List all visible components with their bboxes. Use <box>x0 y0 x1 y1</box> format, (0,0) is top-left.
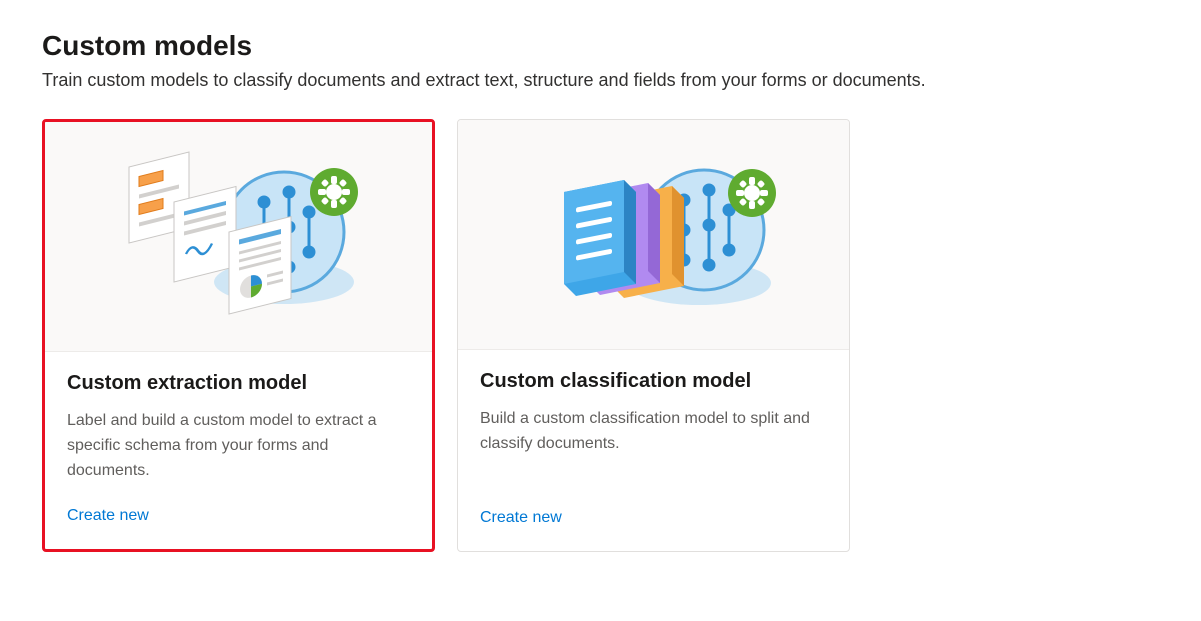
card-title: Custom classification model <box>480 370 827 393</box>
section-title: Custom models <box>42 30 1159 62</box>
card-title: Custom extraction model <box>67 372 410 395</box>
create-new-link[interactable]: Create new <box>480 509 562 527</box>
create-new-link[interactable]: Create new <box>67 507 149 525</box>
cards-row: Custom extraction model Label and build … <box>42 119 1159 552</box>
illustration-documents-gear-icon <box>45 122 432 352</box>
section-subtitle: Train custom models to classify document… <box>42 70 1159 91</box>
card-custom-extraction[interactable]: Custom extraction model Label and build … <box>42 119 435 552</box>
card-description: Label and build a custom model to extrac… <box>67 409 410 483</box>
illustration-stack-gear-icon <box>458 120 849 350</box>
card-description: Build a custom classification model to s… <box>480 407 827 485</box>
card-custom-classification[interactable]: Custom classification model Build a cust… <box>457 119 850 552</box>
